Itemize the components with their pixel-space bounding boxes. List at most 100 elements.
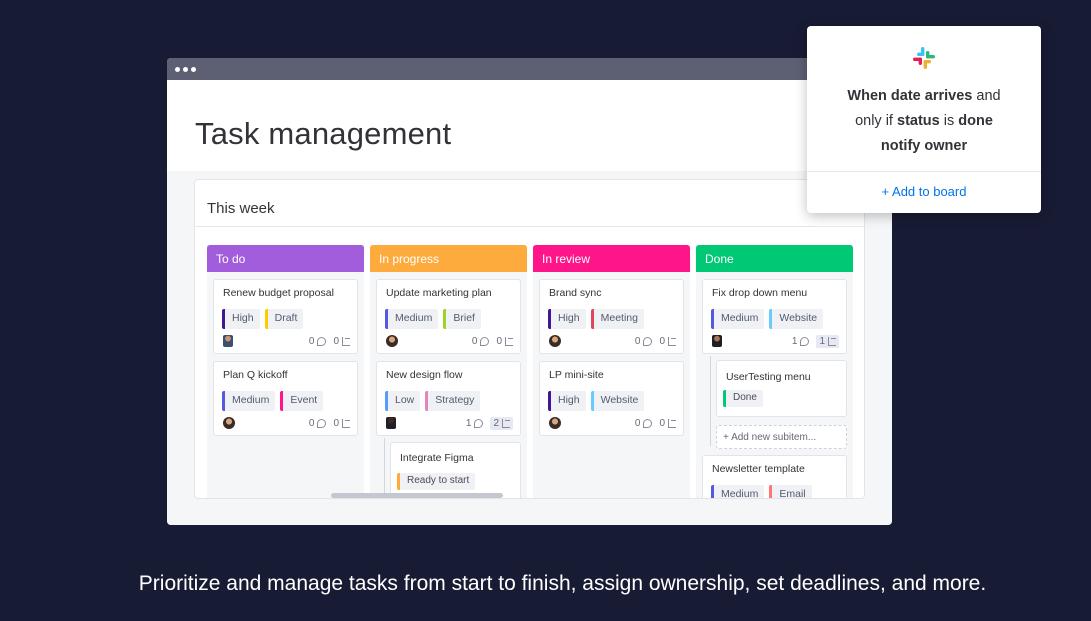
subitems-toggle[interactable]: 1: [816, 334, 839, 348]
divider: [195, 226, 864, 227]
priority-tag[interactable]: High: [222, 309, 260, 329]
subitems-icon[interactable]: [342, 418, 350, 428]
subitems-icon: [828, 336, 836, 346]
page-title: Task management: [195, 116, 452, 151]
task-card[interactable]: Newsletter template Medium Email: [702, 455, 847, 498]
status-chip[interactable]: Done: [723, 390, 763, 407]
avatar[interactable]: [386, 417, 396, 429]
column-header-in-progress[interactable]: In progress: [370, 245, 527, 272]
column-in-progress: In progress Update marketing plan Medium…: [370, 245, 527, 498]
recipe-text: and: [976, 88, 1001, 104]
card-title: Plan Q kickoff: [223, 369, 288, 381]
comment-count: 0: [634, 335, 641, 347]
comment-icon[interactable]: [800, 336, 810, 346]
card-title: Update marketing plan: [386, 287, 492, 299]
task-card[interactable]: Update marketing plan Medium Brief 0 0: [376, 279, 521, 354]
task-card[interactable]: Plan Q kickoff Medium Event 0 0: [213, 361, 358, 436]
column-header-in-review[interactable]: In review: [533, 245, 690, 272]
window-dot-icon[interactable]: [191, 66, 196, 72]
window-dot-icon[interactable]: [183, 66, 188, 72]
card-title: New design flow: [386, 369, 463, 381]
type-tag[interactable]: Website: [769, 309, 824, 329]
task-card[interactable]: Fix drop down menu Medium Website 1 1: [702, 279, 847, 354]
subitem-count: 0: [333, 417, 339, 429]
priority-tag[interactable]: Low: [385, 391, 421, 411]
comment-count: 0: [308, 335, 315, 347]
subitem-title: Integrate Figma: [400, 452, 474, 464]
comment-count: 0: [471, 335, 478, 347]
comment-count: 1: [791, 335, 798, 347]
subitem-card[interactable]: Integrate Figma Ready to start: [390, 442, 521, 498]
comment-icon[interactable]: [317, 418, 327, 428]
avatar[interactable]: [549, 417, 561, 429]
subitem-count: 0: [333, 335, 339, 347]
task-card[interactable]: Brand sync High Meeting 0 0: [539, 279, 684, 354]
window-dot-icon[interactable]: [175, 66, 180, 72]
subitems-toggle[interactable]: 2: [490, 416, 513, 430]
add-to-board-button[interactable]: + Add to board: [807, 184, 1041, 199]
recipe-text: is: [943, 113, 955, 129]
marketing-caption: Prioritize and manage tasks from start t…: [138, 572, 987, 595]
card-title: Fix drop down menu: [712, 287, 808, 299]
subitem-connector: [384, 438, 385, 498]
priority-tag[interactable]: Medium: [222, 391, 276, 411]
subitem-count: 0: [659, 417, 665, 429]
recipe-value: done: [958, 113, 993, 129]
subitems-icon[interactable]: [668, 336, 676, 346]
task-card[interactable]: LP mini-site High Website 0 0: [539, 361, 684, 436]
subitem-count: 1: [819, 335, 825, 347]
type-tag[interactable]: Meeting: [590, 309, 644, 329]
priority-tag[interactable]: Medium: [711, 309, 765, 329]
automation-recipe: When date arrives and only if status is …: [807, 84, 1041, 159]
priority-tag[interactable]: Medium: [385, 309, 439, 329]
avatar[interactable]: [386, 335, 398, 347]
board-title: This week: [207, 200, 275, 217]
comment-icon[interactable]: [643, 336, 653, 346]
recipe-text: only if: [855, 113, 893, 129]
app-window: Task management This week To do Renew bu…: [167, 58, 892, 525]
subitems-icon[interactable]: [505, 336, 513, 346]
card-title: Newsletter template: [712, 463, 805, 475]
comment-icon[interactable]: [317, 336, 327, 346]
type-tag[interactable]: Website: [590, 391, 645, 411]
status-chip[interactable]: Ready to start: [397, 473, 476, 490]
column-header-todo[interactable]: To do: [207, 245, 364, 272]
subitems-icon[interactable]: [668, 418, 676, 428]
comment-count: 0: [308, 417, 315, 429]
priority-tag[interactable]: High: [548, 309, 586, 329]
divider: [807, 171, 1041, 172]
recipe-action: notify owner: [880, 138, 968, 154]
recipe-field: status: [897, 113, 940, 129]
comment-count: 0: [634, 417, 641, 429]
type-tag[interactable]: Email: [769, 485, 812, 498]
add-subitem-button[interactable]: + Add new subitem...: [716, 425, 847, 449]
avatar[interactable]: [223, 417, 235, 429]
subitem-count: 0: [659, 335, 665, 347]
subitem-count: 2: [493, 417, 499, 429]
subitem-card[interactable]: UserTesting menu Done: [716, 360, 847, 417]
window-titlebar: [167, 58, 892, 80]
slack-icon: [913, 47, 935, 69]
card-title: Renew budget proposal: [223, 287, 334, 299]
priority-tag[interactable]: Medium: [711, 485, 765, 498]
type-tag[interactable]: Strategy: [425, 391, 481, 411]
subitems-icon[interactable]: [342, 336, 350, 346]
subitem-count: 0: [496, 335, 502, 347]
comment-icon[interactable]: [474, 418, 484, 428]
type-tag[interactable]: Brief: [443, 309, 481, 329]
comment-icon[interactable]: [643, 418, 653, 428]
avatar[interactable]: [223, 335, 233, 347]
horizontal-scrollbar[interactable]: [331, 493, 503, 498]
comment-count: 1: [465, 417, 472, 429]
subitems-icon: [502, 418, 510, 428]
task-card[interactable]: New design flow Low Strategy 1 2: [376, 361, 521, 436]
column-header-done[interactable]: Done: [696, 245, 853, 272]
priority-tag[interactable]: High: [548, 391, 586, 411]
avatar[interactable]: [712, 335, 722, 347]
column-done: Done Fix drop down menu Medium Website 1…: [696, 245, 853, 498]
avatar[interactable]: [549, 335, 561, 347]
task-card[interactable]: Renew budget proposal High Draft 0 0: [213, 279, 358, 354]
comment-icon[interactable]: [480, 336, 490, 346]
type-tag[interactable]: Event: [280, 391, 324, 411]
type-tag[interactable]: Draft: [264, 309, 304, 329]
